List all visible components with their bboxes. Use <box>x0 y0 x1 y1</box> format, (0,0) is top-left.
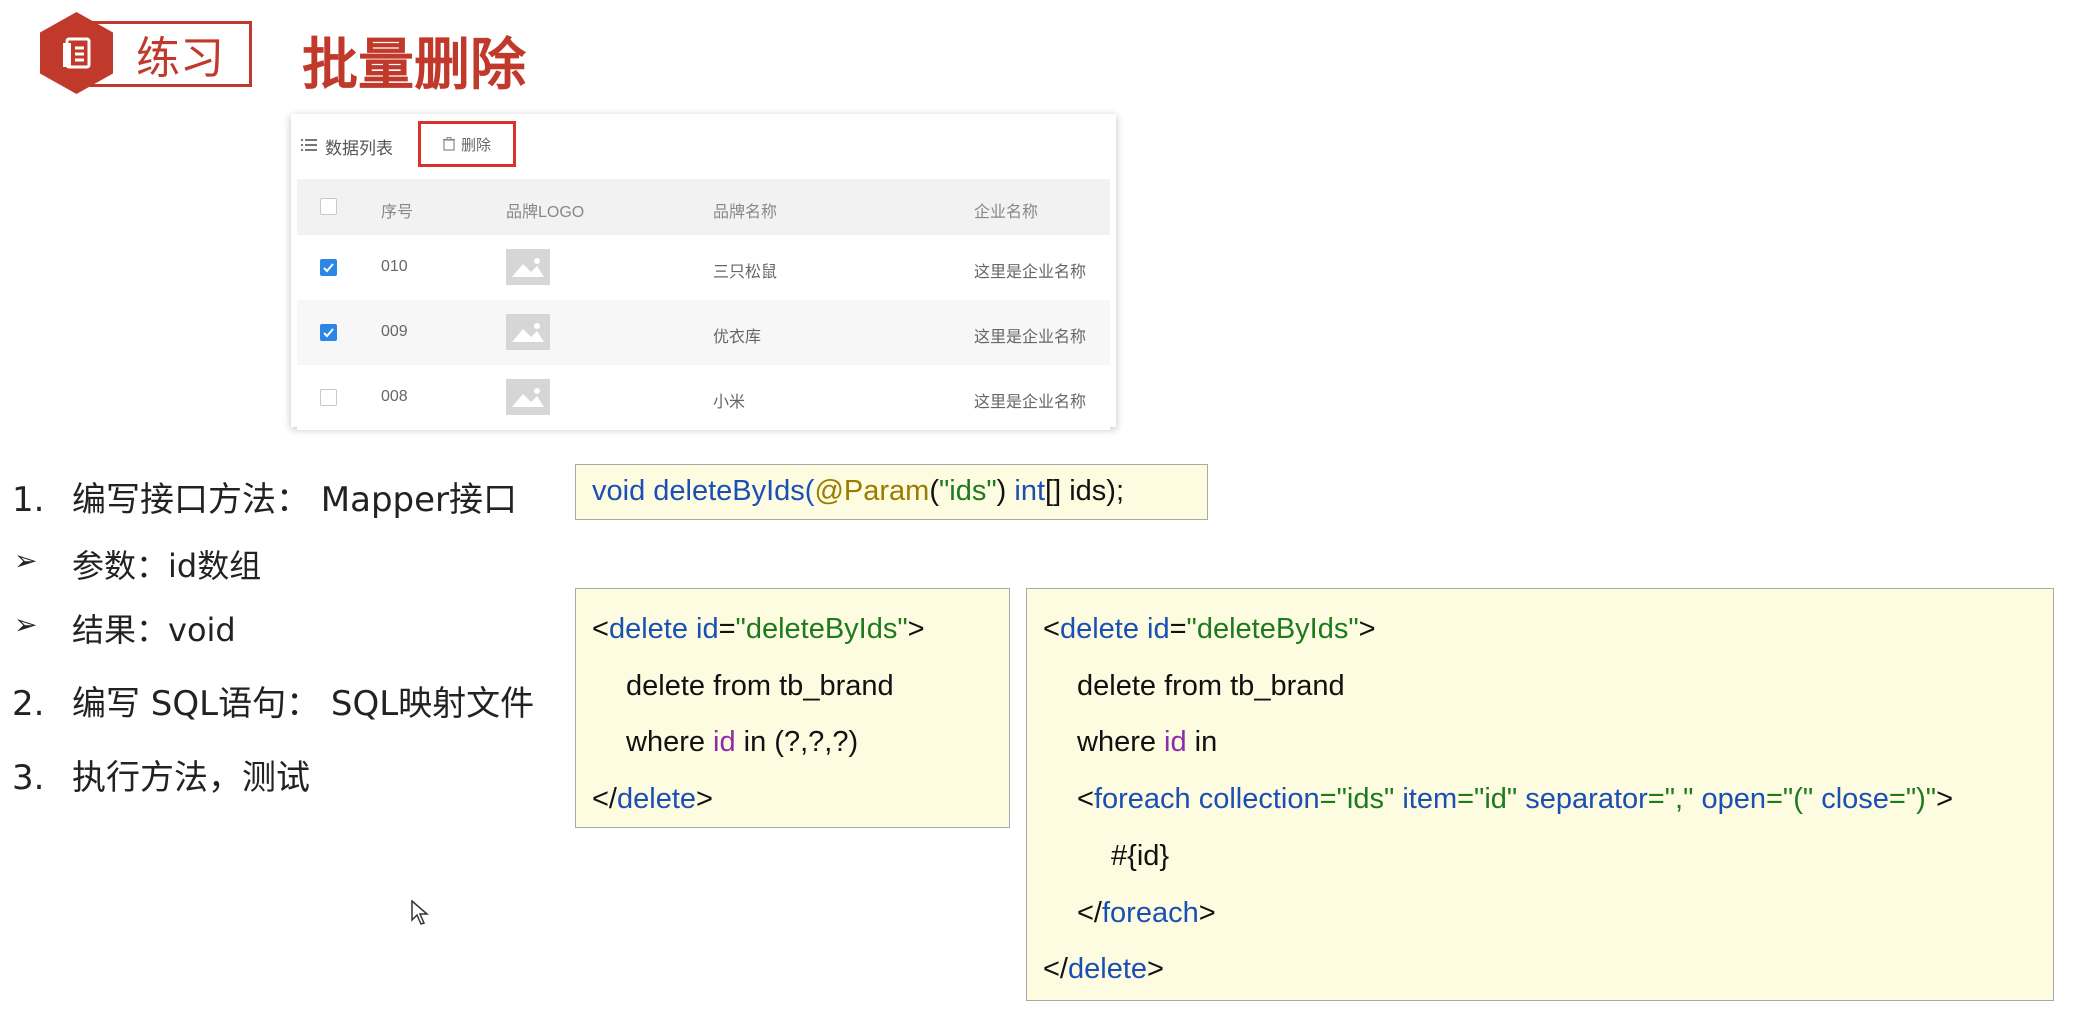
row-id: 009 <box>381 323 408 340</box>
step-1: 1. 编写接口方法： Mapper接口 <box>12 472 517 521</box>
step-number: 2. <box>12 684 45 724</box>
column-header-logo: 品牌LOGO <box>506 204 585 221</box>
row-checkbox[interactable] <box>320 259 337 276</box>
check-icon <box>323 328 334 338</box>
column-header-brand: 品牌名称 <box>713 204 778 221</box>
interface-code-box: void deleteByIds(@Param("ids") int[] ids… <box>575 464 1208 520</box>
param-note: 参数：id数组 <box>72 547 262 585</box>
row-brand: 优衣库 <box>713 329 762 346</box>
row-company: 这里是企业名称 <box>974 394 1087 411</box>
step-number: 1. <box>12 480 45 520</box>
row-checkbox[interactable] <box>320 389 337 406</box>
check-icon <box>323 263 334 273</box>
delete-button-label: 删除 <box>460 136 491 154</box>
image-placeholder-icon <box>506 379 550 415</box>
foreach-sql-code-box: <delete id="deleteByIds"> delete from tb… <box>1026 588 2054 1001</box>
row-checkbox[interactable] <box>320 324 337 341</box>
list-icon <box>301 139 317 151</box>
step-text: 编写接口方法： Mapper接口 <box>72 480 518 520</box>
code-line: where id in <box>1077 726 1218 758</box>
code-line: </delete> <box>592 783 713 815</box>
table-row[interactable]: 010 三只松鼠 这里是企业名称 <box>297 235 1110 300</box>
trash-icon <box>442 137 455 151</box>
code-line: <delete id="deleteByIds"> <box>592 613 925 645</box>
code-line: <foreach collection="ids" item="id" sepa… <box>1077 783 1954 815</box>
delete-button[interactable]: 删除 <box>418 121 516 167</box>
column-header-company: 企业名称 <box>974 204 1039 221</box>
step-3: 3. 执行方法，测试 <box>12 750 310 799</box>
step-number: 3. <box>12 758 45 798</box>
step-text: 编写 SQL语句： SQL映射文件 <box>72 684 535 724</box>
table-row[interactable]: 009 优衣库 这里是企业名称 <box>297 300 1110 365</box>
data-list-title: 数据列表 <box>325 139 393 158</box>
row-company: 这里是企业名称 <box>974 264 1087 281</box>
simple-sql-code-box: <delete id="deleteByIds"> delete from tb… <box>575 588 1010 828</box>
code-line: #{id} <box>1111 840 1170 872</box>
code-line: </delete> <box>1043 953 1164 985</box>
row-id: 008 <box>381 388 408 405</box>
code-line: where id in (?,?,?) <box>626 726 859 758</box>
arrow-bullet-icon: ➢ <box>14 544 38 577</box>
row-company: 这里是企业名称 <box>974 329 1087 346</box>
arrow-bullet-icon: ➢ <box>14 608 38 641</box>
code-line: </foreach> <box>1077 897 1216 929</box>
exercise-label: 练习 <box>136 33 224 84</box>
column-header-id: 序号 <box>381 204 414 221</box>
code-line: <delete id="deleteByIds"> <box>1043 613 1376 645</box>
page-title: 批量删除 <box>302 33 526 98</box>
step-text: 执行方法，测试 <box>72 758 310 798</box>
row-brand: 小米 <box>713 394 746 411</box>
step-2: 2. 编写 SQL语句： SQL映射文件 <box>12 676 534 725</box>
row-brand: 三只松鼠 <box>713 264 778 281</box>
select-all-checkbox[interactable] <box>320 198 337 215</box>
image-placeholder-icon <box>506 249 550 285</box>
data-list-panel: 数据列表 删除 序号 品牌LOGO 品牌名称 企业名称 010 三只松鼠 这里是… <box>291 114 1116 430</box>
image-placeholder-icon <box>506 314 550 350</box>
interface-code-line: void deleteByIds(@Param("ids") int[] ids… <box>592 475 1125 507</box>
code-line: delete from tb_brand <box>626 670 894 702</box>
result-note: 结果：void <box>72 611 236 649</box>
code-line: delete from tb_brand <box>1077 670 1345 702</box>
mouse-pointer-icon <box>411 900 429 925</box>
table-header: 序号 品牌LOGO 品牌名称 企业名称 <box>297 179 1110 235</box>
table-row[interactable]: 008 小米 这里是企业名称 <box>297 365 1110 430</box>
row-id: 010 <box>381 258 408 275</box>
